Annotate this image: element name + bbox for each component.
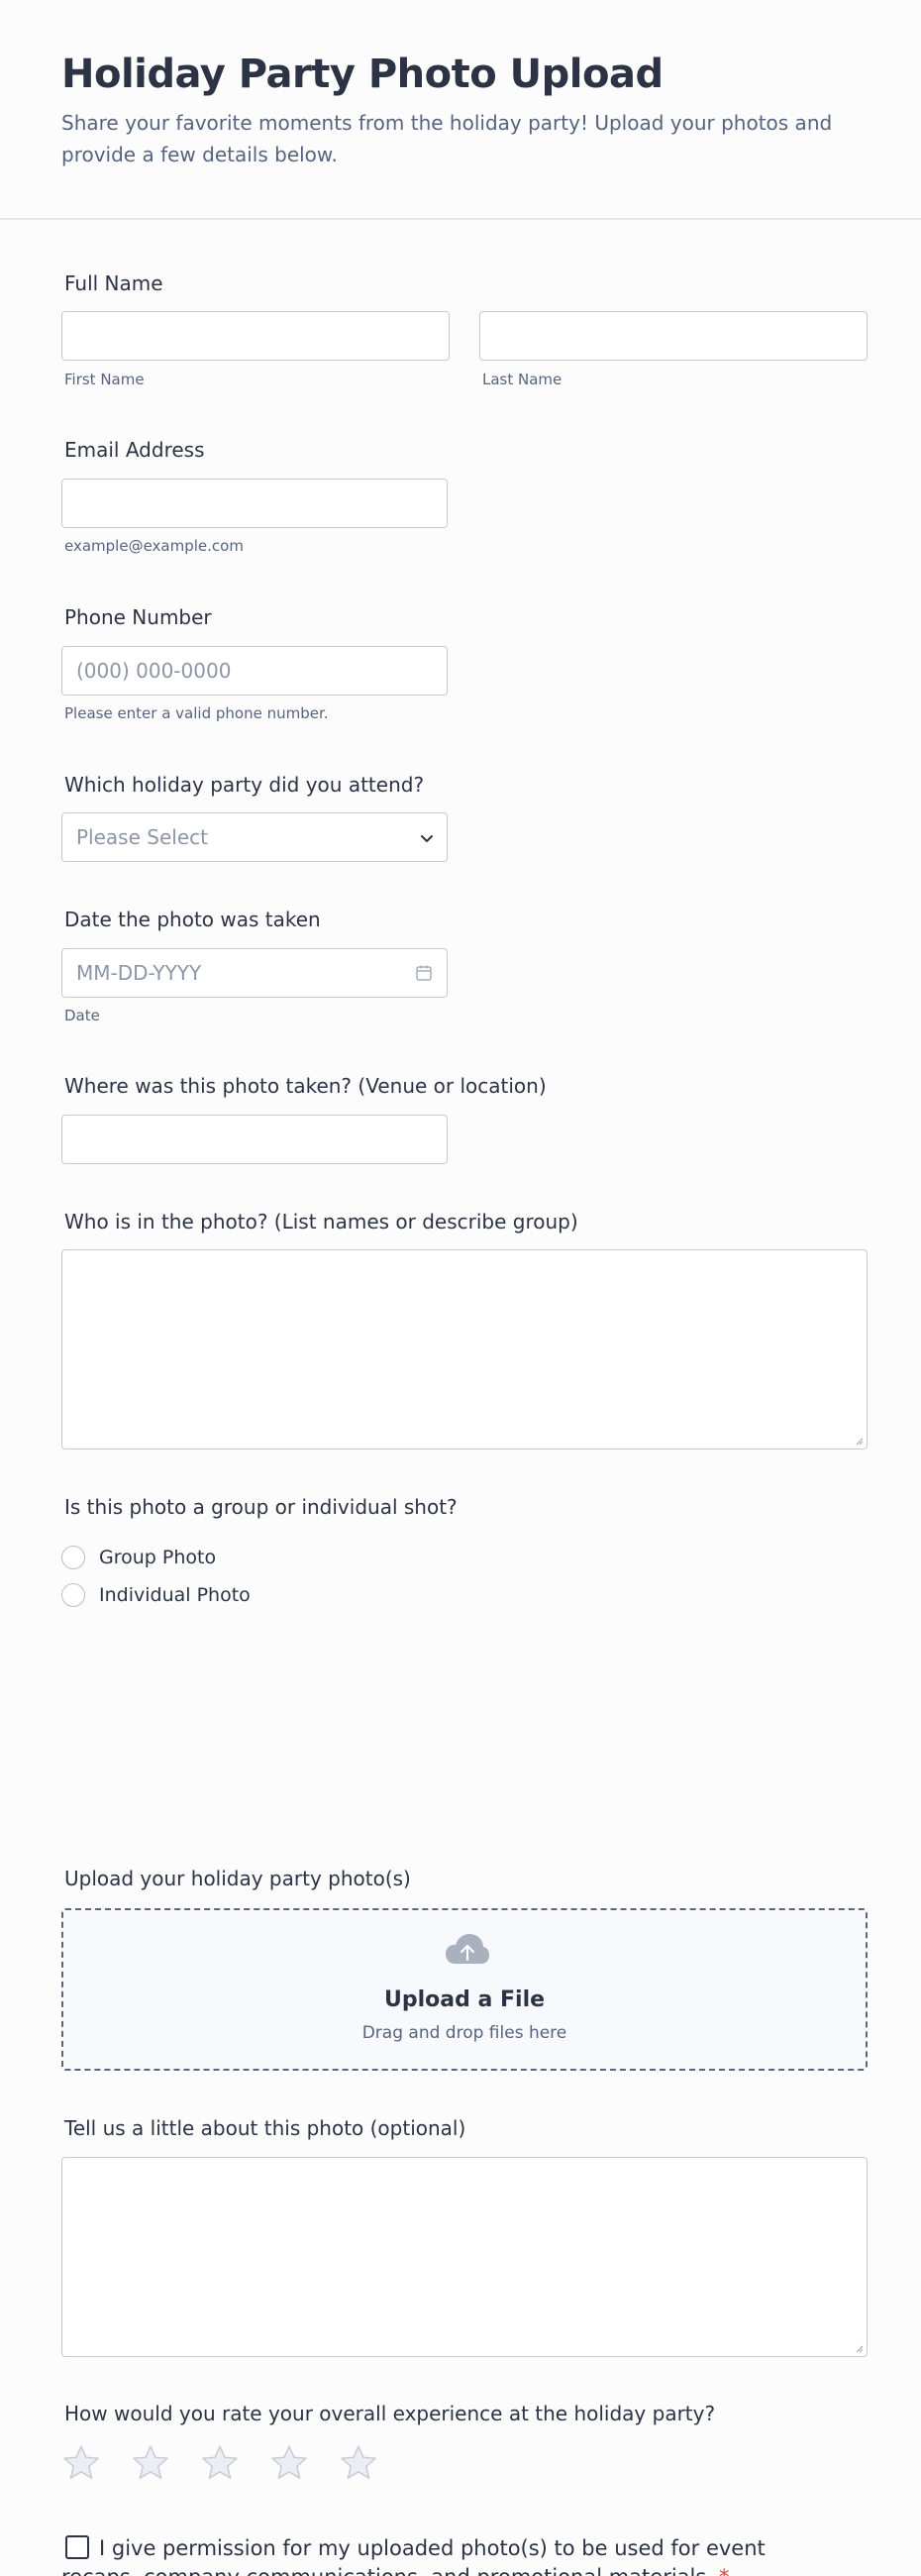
radio-label-group-photo: Group Photo bbox=[99, 1547, 217, 1568]
star-rating[interactable] bbox=[61, 2443, 408, 2483]
page-title: Holiday Party Photo Upload bbox=[61, 52, 664, 97]
star-icon[interactable] bbox=[61, 2443, 101, 2483]
rating-label: How would you rate your overall experien… bbox=[64, 2402, 716, 2425]
radio-label-individual-photo: Individual Photo bbox=[99, 1584, 251, 1606]
radio-group-photo[interactable]: Group Photo bbox=[61, 1546, 216, 1569]
required-mark: * bbox=[719, 2565, 730, 2576]
star-icon[interactable] bbox=[269, 2443, 309, 2483]
date-input[interactable]: MM-DD-YYYY bbox=[61, 948, 448, 998]
resize-handle-icon[interactable] bbox=[854, 1436, 864, 1446]
calendar-icon[interactable] bbox=[415, 964, 433, 982]
date-placeholder: MM-DD-YYYY bbox=[76, 961, 202, 985]
last-name-sublabel: Last Name bbox=[482, 371, 563, 388]
phone-placeholder: (000) 000-0000 bbox=[76, 659, 232, 683]
people-textarea[interactable] bbox=[61, 1249, 868, 1449]
party-select[interactable]: Please Select bbox=[61, 812, 448, 862]
star-icon[interactable] bbox=[200, 2443, 240, 2483]
first-name-input[interactable] bbox=[61, 311, 450, 361]
location-label: Where was this photo taken? (Venue or lo… bbox=[64, 1074, 547, 1098]
phone-input[interactable]: (000) 000-0000 bbox=[61, 646, 448, 696]
upload-label: Upload your holiday party photo(s) bbox=[64, 1867, 411, 1890]
full-name-label: Full Name bbox=[64, 271, 163, 295]
shot-type-label: Is this photo a group or individual shot… bbox=[64, 1495, 458, 1519]
date-sublabel: Date bbox=[64, 1007, 100, 1024]
consent-checkbox-row[interactable]: I give permission for my uploaded photo(… bbox=[61, 2534, 814, 2576]
phone-sublabel: Please enter a valid phone number. bbox=[64, 704, 329, 722]
file-upload-dropzone[interactable]: Upload a File Drag and drop files here bbox=[61, 1908, 868, 2071]
location-input[interactable] bbox=[61, 1115, 448, 1164]
radio-button[interactable] bbox=[61, 1546, 85, 1569]
email-input[interactable] bbox=[61, 479, 448, 528]
upload-subtitle: Drag and drop files here bbox=[361, 2023, 567, 2043]
page-description: Share your favorite moments from the hol… bbox=[61, 111, 833, 166]
upload-title: Upload a File bbox=[383, 1987, 546, 2012]
radio-individual-photo[interactable]: Individual Photo bbox=[61, 1583, 251, 1607]
email-sublabel: example@example.com bbox=[64, 537, 244, 555]
about-textarea[interactable] bbox=[61, 2157, 868, 2357]
people-label: Who is in the photo? (List names or desc… bbox=[64, 1210, 578, 1234]
about-label: Tell us a little about this photo (optio… bbox=[64, 2116, 466, 2140]
cloud-upload-icon bbox=[446, 1934, 489, 1964]
last-name-input[interactable] bbox=[479, 311, 868, 361]
first-name-sublabel: First Name bbox=[64, 371, 145, 388]
chevron-down-icon bbox=[421, 835, 433, 842]
party-select-placeholder: Please Select bbox=[76, 825, 208, 849]
form-header: Holiday Party Photo Upload Share your fa… bbox=[0, 0, 921, 220]
party-select-label: Which holiday party did you attend? bbox=[64, 773, 425, 797]
resize-handle-icon[interactable] bbox=[854, 2343, 864, 2353]
radio-button[interactable] bbox=[61, 1583, 85, 1607]
date-label: Date the photo was taken bbox=[64, 908, 321, 931]
consent-checkbox[interactable] bbox=[65, 2535, 89, 2559]
star-icon[interactable] bbox=[339, 2443, 378, 2483]
phone-label: Phone Number bbox=[64, 605, 212, 629]
email-label: Email Address bbox=[64, 438, 205, 462]
consent-text: I give permission for my uploaded photo(… bbox=[61, 2536, 766, 2576]
star-icon[interactable] bbox=[131, 2443, 170, 2483]
